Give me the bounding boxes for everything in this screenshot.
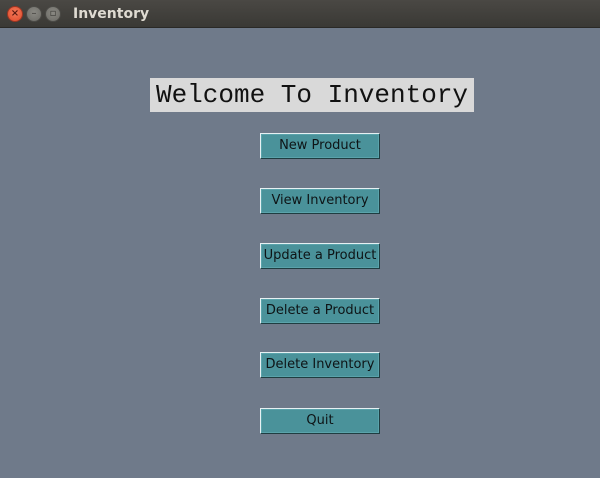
- delete-inventory-button[interactable]: Delete Inventory: [260, 352, 380, 378]
- welcome-heading: Welcome To Inventory: [150, 78, 474, 112]
- update-product-button[interactable]: Update a Product: [260, 243, 380, 269]
- title-bar[interactable]: × – ▫ Inventory: [0, 0, 600, 28]
- view-inventory-button[interactable]: View Inventory: [260, 188, 380, 214]
- app-window: × – ▫ Inventory Welcome To Inventory New…: [0, 0, 600, 478]
- maximize-icon[interactable]: ▫: [45, 6, 61, 22]
- minimize-icon[interactable]: –: [26, 6, 42, 22]
- new-product-button[interactable]: New Product: [260, 133, 380, 159]
- quit-button[interactable]: Quit: [260, 408, 380, 434]
- window-title: Inventory: [73, 6, 150, 22]
- close-icon[interactable]: ×: [7, 6, 23, 22]
- delete-product-button[interactable]: Delete a Product: [260, 298, 380, 324]
